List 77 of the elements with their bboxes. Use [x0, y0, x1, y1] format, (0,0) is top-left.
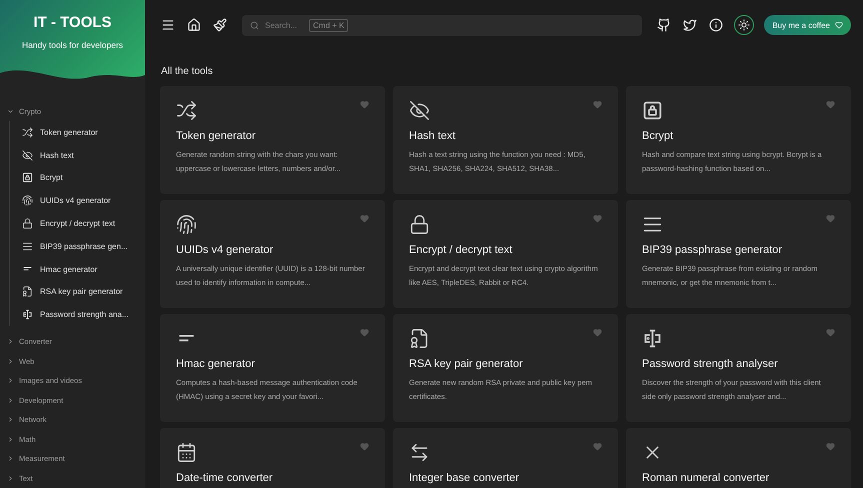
eye-off-icon [22, 150, 33, 161]
app-title: IT - TOOLS [33, 14, 112, 31]
tool-title: Roman numeral converter [642, 472, 770, 484]
tool-card[interactable]: Integer base converter [393, 428, 618, 488]
tool-title: Integer base converter [409, 472, 520, 484]
tool-title: Hmac generator [176, 358, 256, 370]
theme-toggle-button[interactable] [734, 15, 754, 35]
certificate-icon [409, 328, 430, 349]
chevron-right-icon [7, 474, 14, 482]
tool-title: UUIDs v4 generator [176, 244, 274, 256]
sidebar-item[interactable]: Password strength ana... [22, 303, 145, 326]
coffee-button[interactable]: Buy me a coffee [764, 15, 851, 35]
text-cursor-icon [642, 328, 663, 349]
tool-title: Date-time converter [176, 472, 274, 484]
favorite-heart-icon[interactable] [360, 328, 369, 337]
favorite-heart-icon[interactable] [593, 100, 602, 109]
favorite-heart-icon[interactable] [360, 214, 369, 223]
app-subtitle: Handy tools for developers [22, 40, 124, 50]
fingerprint-icon [22, 195, 33, 206]
sidebar-item[interactable]: Hmac generator [22, 258, 145, 280]
tool-title: Bcrypt [642, 130, 674, 142]
tool-card[interactable]: Roman numeral converter [626, 428, 851, 488]
chevron-right-icon [7, 338, 14, 346]
info-button[interactable] [708, 17, 724, 33]
favorite-heart-icon[interactable] [826, 100, 835, 109]
tool-title: Token generator [176, 130, 256, 142]
tool-title: Hash text [409, 130, 456, 142]
calendar-icon [176, 442, 197, 463]
favorite-heart-icon[interactable] [360, 100, 369, 109]
chevron-down-icon [7, 108, 14, 115]
chevron-right-icon [7, 455, 14, 462]
lock-square-icon [642, 100, 663, 121]
text-cursor-icon [22, 309, 33, 320]
fingerprint-icon [176, 214, 197, 235]
favorite-heart-icon[interactable] [593, 442, 602, 451]
chevron-right-icon [7, 436, 14, 443]
sidebar-item[interactable]: BIP39 passphrase gen... [22, 234, 145, 258]
favorite-heart-icon[interactable] [826, 328, 835, 337]
shuffle-icon [22, 126, 33, 138]
tool-title: Encrypt / decrypt text [409, 244, 514, 256]
eye-off-icon [409, 100, 430, 121]
home-button[interactable] [186, 17, 202, 33]
certificate-icon [22, 286, 33, 298]
twitter-button[interactable] [682, 17, 698, 33]
favorite-heart-icon[interactable] [593, 328, 602, 337]
tool-title: Password strength analyser [642, 358, 779, 370]
chevron-right-icon [7, 377, 14, 384]
sidebar-item[interactable]: RSA key pair generator [22, 280, 145, 304]
sidebar-item[interactable]: Bcrypt [22, 166, 145, 190]
tool-title: RSA key pair generator [409, 358, 524, 370]
lock-icon [22, 218, 33, 229]
sun-icon [738, 19, 750, 31]
lines-icon [22, 240, 33, 252]
chevron-right-icon [7, 358, 14, 365]
sidebar-item[interactable]: UUIDs v4 generator [22, 189, 145, 212]
section-title: All the tools [161, 66, 214, 77]
tool-title: BIP39 passphrase generator [642, 244, 784, 256]
chevron-right-icon [7, 416, 14, 424]
swap-arrows-icon [409, 442, 430, 463]
search-field[interactable]: Search... [265, 20, 303, 30]
shuffle-icon [176, 100, 197, 121]
favorite-heart-icon[interactable] [593, 214, 602, 223]
heart-icon [835, 21, 843, 29]
tool-card[interactable]: Date-time converter [160, 428, 385, 488]
sidebar-item[interactable]: Encrypt / decrypt text [22, 212, 145, 235]
lock-square-icon [22, 172, 33, 184]
paint-roller-button[interactable] [212, 17, 228, 33]
favorite-heart-icon[interactable] [826, 214, 835, 223]
shortcut-hint: Cmd + K [309, 18, 348, 32]
sidebar-item[interactable]: Token generator [22, 120, 145, 144]
chevron-right-icon [7, 396, 14, 404]
search-icon [250, 20, 259, 30]
sidebar-item[interactable]: Hash text [22, 144, 145, 166]
favorite-heart-icon[interactable] [360, 442, 369, 451]
favorite-heart-icon[interactable] [826, 442, 835, 451]
short-lines-icon [22, 267, 33, 271]
lock-icon [409, 214, 430, 235]
